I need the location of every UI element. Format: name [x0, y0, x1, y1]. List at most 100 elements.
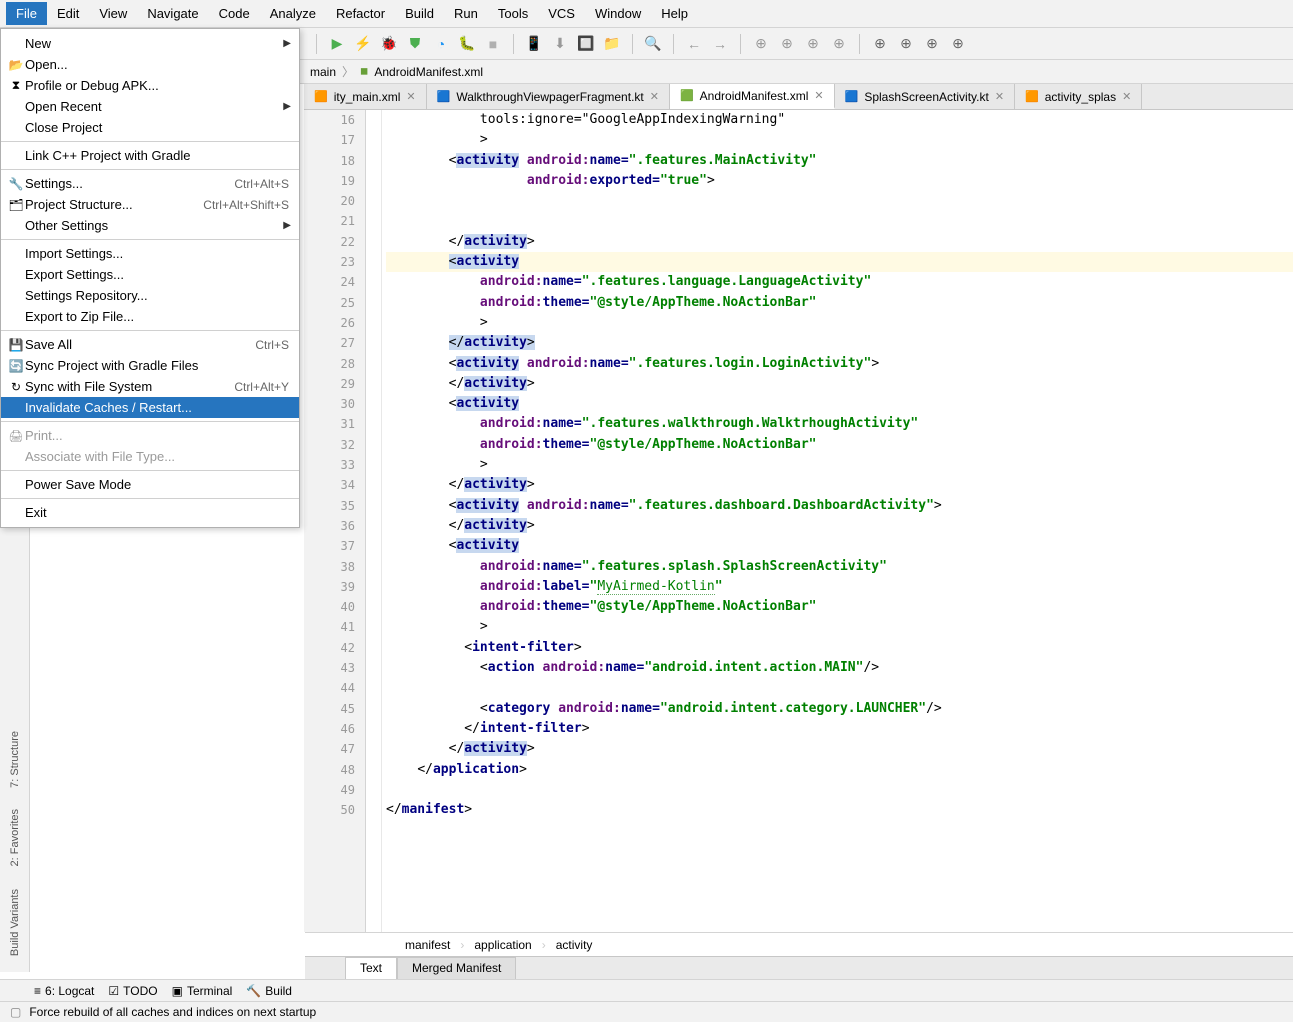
debug-icon[interactable]: 🐞 — [377, 32, 401, 56]
menu-project-structure[interactable]: 🗂Project Structure...Ctrl+Alt+Shift+S — [1, 194, 299, 215]
menu-navigate[interactable]: Navigate — [137, 2, 208, 25]
menu-close-project[interactable]: Close Project — [1, 117, 299, 138]
editor-tab[interactable]: 🟦WalkthroughViewpagerFragment.kt✕ — [427, 84, 670, 109]
tab-label: activity_splas — [1045, 90, 1116, 104]
logcat-icon: ≡ — [34, 984, 41, 998]
close-icon[interactable]: ✕ — [406, 90, 415, 103]
build-variants-tool[interactable]: Build Variants — [7, 883, 23, 962]
back-icon[interactable]: ← — [682, 32, 706, 56]
editor-tab[interactable]: 🟧 ity_main.xml ✕ — [304, 84, 427, 109]
apply-changes-icon[interactable]: ⚡ — [351, 32, 375, 56]
menu-help[interactable]: Help — [651, 2, 698, 25]
menu-link-cpp[interactable]: Link C++ Project with Gradle — [1, 145, 299, 166]
menu-import-settings[interactable]: Import Settings... — [1, 243, 299, 264]
tab-text[interactable]: Text — [345, 957, 397, 980]
menu-associate-file-type[interactable]: Associate with File Type... — [1, 446, 299, 467]
chevron-right-icon: ▶ — [283, 38, 291, 49]
menu-view[interactable]: View — [89, 2, 137, 25]
target-icon-2[interactable]: ⊕ — [775, 32, 799, 56]
globe-icon-3[interactable]: ⊕ — [920, 32, 944, 56]
file-icon: 🟩 — [680, 89, 694, 102]
menu-export-settings[interactable]: Export Settings... — [1, 264, 299, 285]
status-bar: ▢ Force rebuild of all caches and indice… — [0, 1001, 1293, 1022]
tab-label: ity_main.xml — [334, 90, 401, 104]
refresh-icon: ↻ — [7, 380, 25, 394]
menu-exit[interactable]: Exit — [1, 502, 299, 523]
menu-vcs[interactable]: VCS — [538, 2, 585, 25]
menu-settings[interactable]: 🔧Settings...Ctrl+Alt+S — [1, 173, 299, 194]
target-icon-4[interactable]: ⊕ — [827, 32, 851, 56]
menu-analyze[interactable]: Analyze — [260, 2, 326, 25]
coverage-icon[interactable]: ⛊ — [403, 32, 427, 56]
menu-tools[interactable]: Tools — [488, 2, 538, 25]
logcat-tool[interactable]: ≡6: Logcat — [34, 984, 94, 998]
file-icon: 🟧 — [314, 90, 328, 103]
menu-open-recent[interactable]: Open Recent▶ — [1, 96, 299, 117]
menu-save-all[interactable]: 💾Save AllCtrl+S — [1, 334, 299, 355]
menu-file[interactable]: File — [6, 2, 47, 25]
tab-merged-manifest[interactable]: Merged Manifest — [397, 957, 516, 980]
menu-window[interactable]: Window — [585, 2, 651, 25]
close-icon[interactable]: ✕ — [1122, 90, 1131, 103]
bc-node[interactable]: activity — [556, 938, 593, 952]
target-icon-1[interactable]: ⊕ — [749, 32, 773, 56]
breadcrumb-seg[interactable]: main — [310, 65, 336, 79]
avd-manager-icon[interactable]: 📱 — [522, 32, 546, 56]
close-icon[interactable]: ✕ — [814, 89, 823, 102]
search-icon[interactable]: 🔍 — [641, 32, 665, 56]
file-menu-dropdown: New▶ 📂Open... ⧗Profile or Debug APK... O… — [0, 28, 300, 528]
todo-tool[interactable]: ☑TODO — [108, 984, 157, 998]
menu-sync-gradle[interactable]: 🔄Sync Project with Gradle Files — [1, 355, 299, 376]
build-tool[interactable]: 🔨Build — [246, 984, 292, 998]
globe-icon-2[interactable]: ⊕ — [894, 32, 918, 56]
menu-refactor[interactable]: Refactor — [326, 2, 395, 25]
code-breadcrumb: manifest › application › activity — [305, 932, 1293, 956]
code-editor[interactable]: tools:ignore="GoogleAppIndexingWarning" … — [382, 110, 1293, 932]
terminal-tool[interactable]: ▣Terminal — [172, 984, 233, 998]
menu-export-zip[interactable]: Export to Zip File... — [1, 306, 299, 327]
menubar: File Edit View Navigate Code Analyze Ref… — [0, 0, 1293, 28]
chevron-right-icon: 〉 — [342, 63, 354, 80]
editor-tab[interactable]: 🟦SplashScreenActivity.kt✕ — [835, 84, 1015, 109]
favorites-tool[interactable]: 2: Favorites — [7, 803, 23, 872]
menu-other-settings[interactable]: Other Settings▶ — [1, 215, 299, 236]
sdk-manager-icon[interactable]: ⬇ — [548, 32, 572, 56]
menu-new[interactable]: New▶ — [1, 33, 299, 54]
close-icon[interactable]: ✕ — [995, 90, 1004, 103]
device-file-icon[interactable]: 📁 — [600, 32, 624, 56]
editor-tabs: 🟧ity_main.xml✕🟦WalkthroughViewpagerFragm… — [304, 84, 1293, 110]
sync-icon: 🔄 — [7, 359, 25, 373]
profile-icon[interactable]: ◔ — [429, 32, 453, 56]
bc-node[interactable]: application — [474, 938, 531, 952]
globe-icon-1[interactable]: ⊕ — [868, 32, 892, 56]
editor-tab[interactable]: 🟩AndroidManifest.xml✕ — [670, 84, 835, 109]
menu-edit[interactable]: Edit — [47, 2, 89, 25]
menu-profile-apk[interactable]: ⧗Profile or Debug APK... — [1, 75, 299, 96]
stop-icon[interactable]: ■ — [481, 32, 505, 56]
run-icon[interactable]: ▶ — [325, 32, 349, 56]
todo-icon: ☑ — [108, 984, 119, 998]
menu-build[interactable]: Build — [395, 2, 444, 25]
target-icon-3[interactable]: ⊕ — [801, 32, 825, 56]
breadcrumb-seg[interactable]: AndroidManifest.xml — [374, 65, 483, 79]
menu-run[interactable]: Run — [444, 2, 488, 25]
forward-icon[interactable]: → — [708, 32, 732, 56]
menu-code[interactable]: Code — [209, 2, 260, 25]
menu-settings-repository[interactable]: Settings Repository... — [1, 285, 299, 306]
attach-debugger-icon[interactable]: 🐛 — [455, 32, 479, 56]
menu-sync-fs[interactable]: ↻Sync with File SystemCtrl+Alt+Y — [1, 376, 299, 397]
tool-window-icon[interactable]: ▢ — [10, 1005, 21, 1019]
menu-open[interactable]: 📂Open... — [1, 54, 299, 75]
manifest-icon: ◼ — [360, 66, 368, 77]
print-icon: 🖨 — [7, 429, 25, 443]
globe-icon-4[interactable]: ⊕ — [946, 32, 970, 56]
menu-power-save[interactable]: Power Save Mode — [1, 474, 299, 495]
status-text: Force rebuild of all caches and indices … — [29, 1005, 316, 1019]
menu-invalidate-caches[interactable]: Invalidate Caches / Restart... — [1, 397, 299, 418]
menu-print[interactable]: 🖨Print... — [1, 425, 299, 446]
close-icon[interactable]: ✕ — [650, 90, 659, 103]
layout-inspector-icon[interactable]: 🔲 — [574, 32, 598, 56]
editor-tab[interactable]: 🟧activity_splas✕ — [1015, 84, 1142, 109]
structure-tool[interactable]: 7: Structure — [7, 725, 23, 794]
bc-node[interactable]: manifest — [405, 938, 450, 952]
